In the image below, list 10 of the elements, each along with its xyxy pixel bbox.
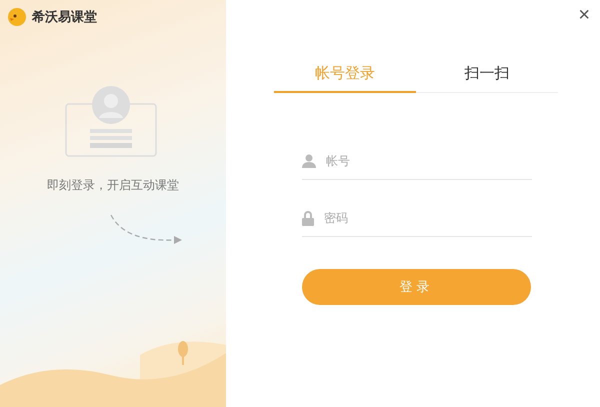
user-icon (302, 154, 316, 168)
chick-logo-icon (8, 8, 26, 26)
account-field[interactable]: 帐号 (324, 153, 508, 169)
dashed-arrow-icon (110, 214, 184, 246)
app-title: 希沃易课堂 (32, 9, 97, 26)
lock-icon (302, 210, 314, 226)
login-tab[interactable]: 扫一扫 (416, 56, 558, 93)
close-button[interactable]: × (574, 4, 594, 27)
slogan-text: 即刻登录，开启互动课堂 (47, 177, 179, 194)
password-field[interactable]: 密码 (322, 210, 506, 226)
